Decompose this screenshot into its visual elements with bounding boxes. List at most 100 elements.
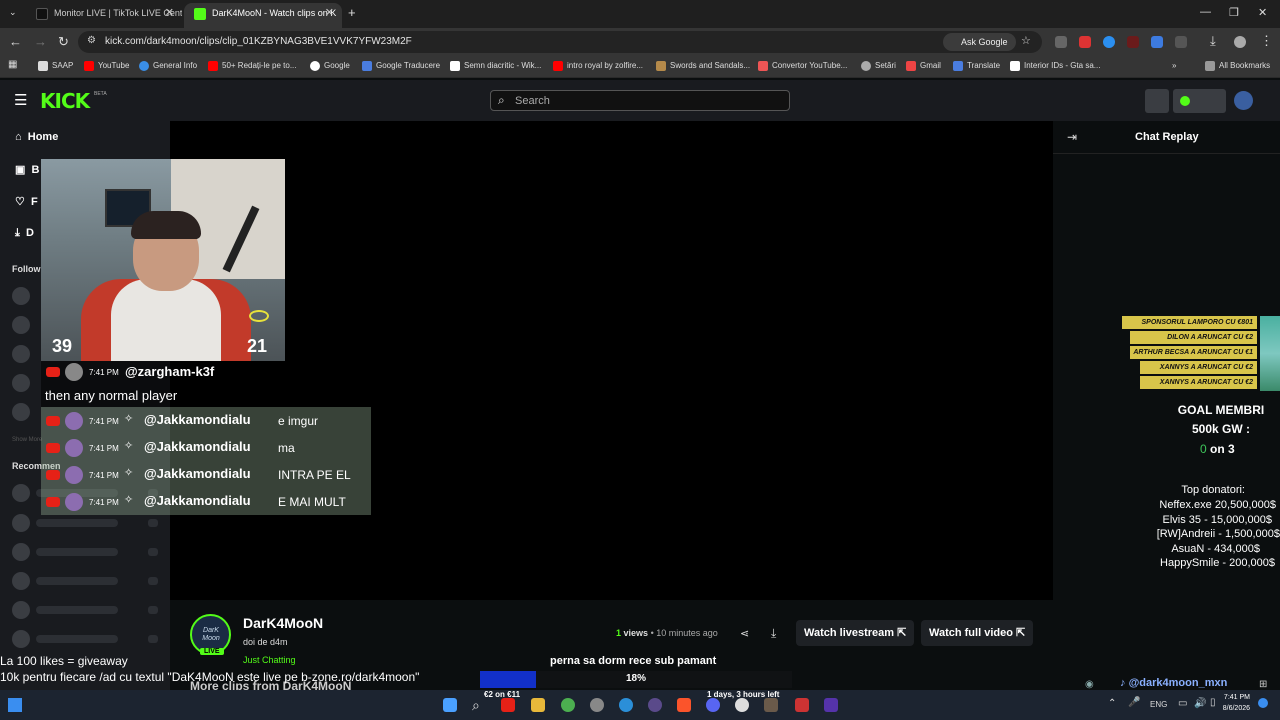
sidebar-item-home[interactable]: ⌂ Home xyxy=(15,131,58,143)
skeleton-avatar xyxy=(12,345,30,363)
maximize-button[interactable]: ❐ xyxy=(1229,6,1239,19)
bookmark-item[interactable]: Semn diacritic - Wik... xyxy=(450,61,541,71)
tab-title: DarK4MooN - Watch clips on K xyxy=(212,8,337,18)
bookmark-item[interactable]: SAAP xyxy=(38,61,73,71)
bookmark-item[interactable]: YouTube xyxy=(84,61,129,71)
brave-icon[interactable] xyxy=(677,698,691,712)
watch-livestream-button[interactable]: Watch livestream ⇱ xyxy=(796,620,915,646)
adblock-icon[interactable] xyxy=(1079,36,1091,48)
language-indicator[interactable]: ENG xyxy=(1150,700,1167,709)
kick-logo[interactable]: KICK xyxy=(40,89,90,113)
bookmark-item[interactable]: Google Traducere xyxy=(362,61,440,71)
bookmark-item[interactable]: Interior IDs - Gta sa... xyxy=(1010,61,1100,71)
menu-dots-icon[interactable]: ⋮ xyxy=(1260,33,1273,49)
app-icon[interactable] xyxy=(648,698,662,712)
top-donor-item: [RW]Andreii - 1,500,000$ xyxy=(1156,528,1280,540)
translate-extension-icon[interactable] xyxy=(1151,36,1163,48)
clock-date[interactable]: 8/6/2026 xyxy=(1208,705,1250,712)
address-bar[interactable]: ⚙ kick.com/dark4moon/clips/clip_01KZBYNA… xyxy=(78,31,1042,53)
extension-icon[interactable] xyxy=(1103,36,1115,48)
media-player-icon[interactable] xyxy=(735,698,749,712)
sidebar-item-browse[interactable]: ▣ B xyxy=(15,163,39,176)
bookmark-item[interactable]: General Info xyxy=(139,61,197,71)
url-text[interactable]: kick.com/dark4moon/clips/clip_01KZBYNAG3… xyxy=(105,36,412,47)
donation-alert: XANNYS A ARUNCAT CU €2 xyxy=(1140,376,1257,389)
video-player[interactable] xyxy=(170,121,1053,600)
more-bookmarks-icon[interactable]: » xyxy=(1172,61,1176,70)
collapse-chat-icon[interactable]: ⇥ xyxy=(1067,130,1077,144)
search-input[interactable]: ⌕ Search xyxy=(490,90,790,111)
sidebar-item-following[interactable]: ♡ F xyxy=(15,195,38,208)
bookmark-item[interactable]: 50+ Redați-le pe to... xyxy=(208,61,297,71)
chat-message: e imgur xyxy=(278,414,319,428)
chat-header: ⇥ Chat Replay xyxy=(1053,121,1280,154)
microphone-icon[interactable]: 🎤 xyxy=(1128,697,1140,708)
volume-icon[interactable]: 🔊 xyxy=(1194,698,1206,709)
bookmark-item[interactable]: Translate xyxy=(953,61,1000,71)
app-icon[interactable] xyxy=(764,698,778,712)
category-link[interactable]: Just Chatting xyxy=(243,655,296,665)
header-button[interactable] xyxy=(1145,89,1169,113)
profile-avatar[interactable] xyxy=(1234,36,1246,48)
extensions-puzzle-icon[interactable] xyxy=(1175,36,1187,48)
menu-hamburger-icon[interactable]: ☰ xyxy=(14,91,27,109)
close-icon[interactable]: ✕ xyxy=(165,3,174,24)
skeleton-line xyxy=(36,519,118,527)
bookmark-item[interactable]: intro royal by zolfire... xyxy=(553,61,643,71)
bookmark-item[interactable]: Swords and Sandals... xyxy=(656,61,750,71)
discord-icon[interactable] xyxy=(706,698,720,712)
network-icon[interactable]: ▭ xyxy=(1178,698,1187,709)
chat-time: 7:41 PM xyxy=(89,498,119,507)
site-info-icon[interactable]: ⚙ xyxy=(87,35,96,46)
skeleton-avatar xyxy=(12,374,30,392)
kick-wallet-button[interactable] xyxy=(1173,89,1226,113)
bookmark-item[interactable]: Google xyxy=(310,61,350,71)
extension-icon[interactable] xyxy=(1055,36,1067,48)
chrome-icon[interactable] xyxy=(561,698,575,712)
edge-icon[interactable] xyxy=(619,698,633,712)
ask-google-button[interactable]: Ask Google xyxy=(943,33,1016,51)
bookmark-item[interactable]: Gmail xyxy=(906,61,941,71)
reload-icon[interactable]: ↻ xyxy=(58,34,69,50)
tray-overflow-icon[interactable]: ⌃ xyxy=(1108,698,1116,709)
extension-icon[interactable] xyxy=(1127,36,1139,48)
apps-grid-icon[interactable]: ▦ xyxy=(8,59,17,70)
file-explorer-icon[interactable] xyxy=(531,698,545,712)
app-icon[interactable] xyxy=(824,698,838,712)
windows-start-icon[interactable] xyxy=(443,698,457,712)
all-bookmarks[interactable]: All Bookmarks xyxy=(1205,61,1270,71)
app-icon[interactable] xyxy=(795,698,809,712)
start-menu-icon[interactable] xyxy=(8,698,22,712)
download-icon[interactable]: ⤓ xyxy=(771,626,776,641)
minimize-button[interactable]: — xyxy=(1200,6,1211,18)
share-icon[interactable]: ⋖ xyxy=(740,627,749,640)
tab-tiktok[interactable]: Monitor LIVE | TikTok LIVE Cent ✕ xyxy=(26,3,182,28)
new-tab-button[interactable]: + xyxy=(348,5,356,20)
forward-icon[interactable]: → xyxy=(34,34,47,49)
search-icon[interactable]: ⌕ xyxy=(472,697,486,713)
bookmark-item[interactable]: Setări xyxy=(861,61,896,71)
live-badge: LIVE xyxy=(200,648,224,655)
skeleton-avatar xyxy=(12,316,30,334)
window-close-button[interactable]: ✕ xyxy=(1258,6,1267,19)
clock-time[interactable]: 7:41 PM xyxy=(1214,694,1250,701)
app-icon[interactable] xyxy=(590,698,604,712)
overlay-chat-list: 7:41 PM ✧ @Jakkamondialu e imgur 7:41 PM… xyxy=(41,407,371,515)
download-icon[interactable]: ⤓ xyxy=(1210,33,1216,49)
close-icon[interactable]: ✕ xyxy=(325,3,334,24)
youtube-icon xyxy=(46,443,60,453)
show-more-link[interactable]: Show More xyxy=(12,437,42,443)
channel-name[interactable]: DarK4MooN xyxy=(243,615,323,631)
user-avatar[interactable] xyxy=(1234,91,1253,110)
skeleton-avatar xyxy=(12,572,30,590)
bookmark-item[interactable]: Convertor YouTube... xyxy=(758,61,847,71)
tab-kick[interactable]: DarK4MooN - Watch clips on K ✕ xyxy=(184,3,342,28)
back-icon[interactable]: ← xyxy=(9,34,22,49)
youtube-icon[interactable] xyxy=(501,698,515,712)
watch-full-video-button[interactable]: Watch full video ⇱ xyxy=(921,620,1034,646)
notification-icon[interactable] xyxy=(1258,698,1268,708)
sidebar-item-dashboard[interactable]: ⤓ D xyxy=(15,227,34,240)
tab-search-icon[interactable]: ⌄ xyxy=(9,7,17,18)
kick-header: ☰ KICK BETA ⌕ Search xyxy=(0,80,1280,121)
bookmark-star-icon[interactable]: ☆ xyxy=(1021,34,1031,47)
